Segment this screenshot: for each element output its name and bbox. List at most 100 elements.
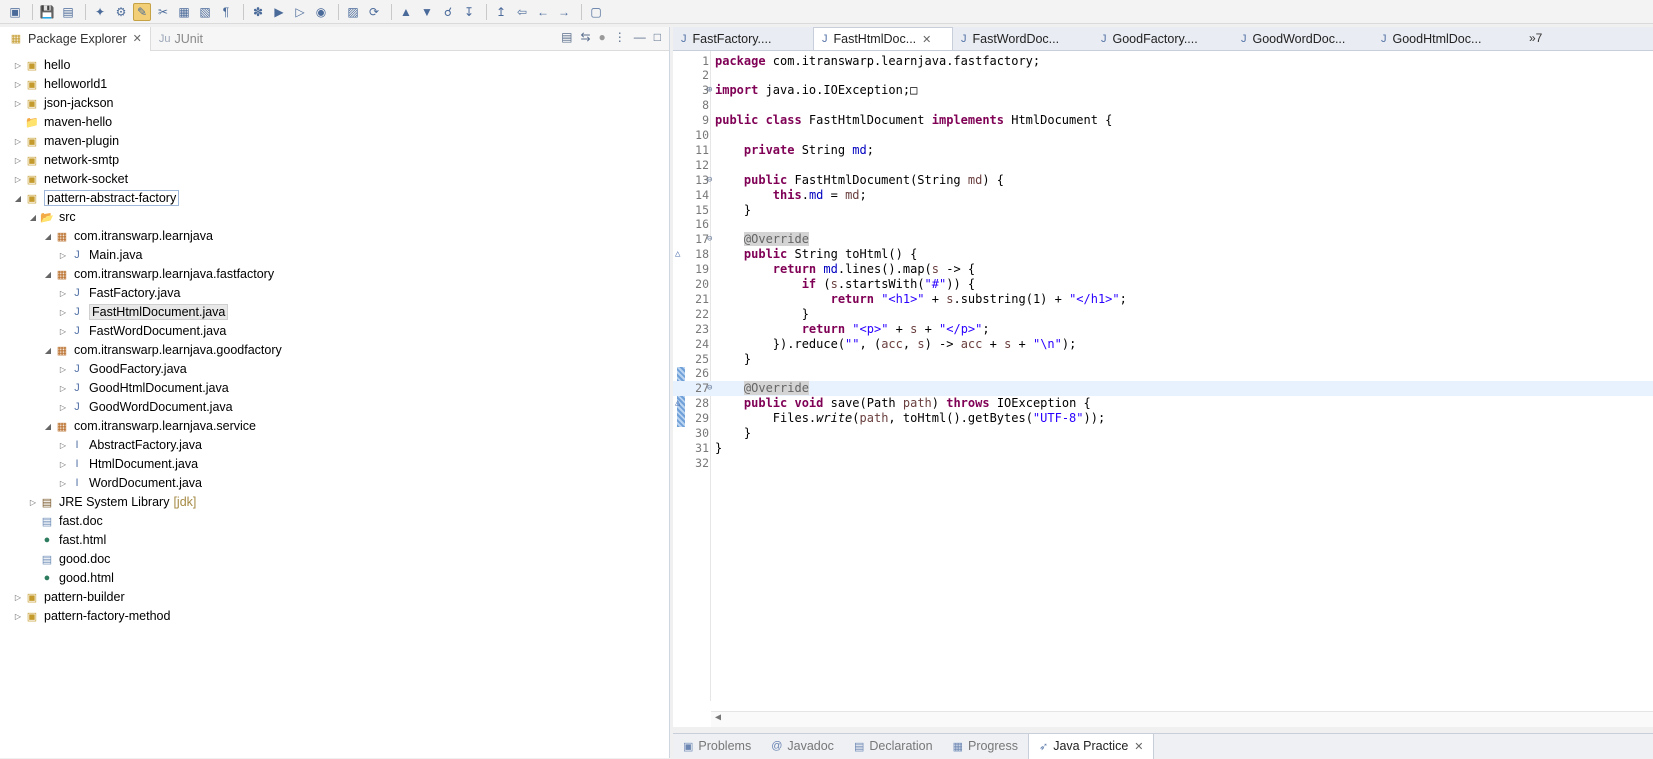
tree-item[interactable]: ▷ ▣ maven-plugin [12, 131, 119, 151]
pilcrow-icon[interactable]: ¶ [217, 3, 235, 21]
tree-item[interactable]: ▷ J FastHtmlDocument.java [57, 302, 229, 322]
collapsed-arrow-icon[interactable]: ▷ [57, 403, 69, 412]
paste-icon[interactable]: ▧ [196, 3, 214, 21]
expanded-arrow-icon[interactable]: ◢ [42, 232, 54, 241]
code-line[interactable]: 2 [673, 68, 1653, 83]
close-icon[interactable]: ✕ [133, 32, 142, 45]
new-icon[interactable]: ▣ [6, 3, 24, 21]
code-line[interactable]: 31} [673, 440, 1653, 455]
tree-item[interactable]: ▷ ▣ helloworld1 [12, 74, 107, 94]
focus-icon[interactable]: ● [599, 30, 606, 44]
collapsed-arrow-icon[interactable]: ▷ [57, 460, 69, 469]
expanded-arrow-icon[interactable]: ◢ [12, 194, 24, 203]
expanded-arrow-icon[interactable]: ◢ [42, 270, 54, 279]
collapsed-arrow-icon[interactable]: ▷ [57, 479, 69, 488]
collapsed-arrow-icon[interactable]: ▷ [12, 99, 24, 108]
fold-toggle-icon[interactable]: ⊖ [707, 175, 712, 185]
code-line[interactable]: 28 △ public void save(Path path) throws I… [673, 396, 1653, 411]
code-line[interactable]: 23 return "<p>" + s + "</p>"; [673, 321, 1653, 336]
close-icon[interactable]: ✕ [922, 33, 931, 46]
fold-toggle-icon[interactable]: ⊖ [707, 383, 712, 393]
open-resource-icon[interactable]: ▼ [418, 3, 436, 21]
code-line[interactable]: 14 this.md = md; [673, 187, 1653, 202]
bottom-tab[interactable]: ▣ Problems [673, 734, 761, 759]
run-icon[interactable]: ▶ [270, 3, 288, 21]
tree-item[interactable]: ◢ ▦ com.itranswarp.learnjava.goodfactory [42, 340, 282, 360]
next-annotation-icon[interactable]: ↧ [460, 3, 478, 21]
view-menu-icon[interactable]: ⋮ [614, 30, 626, 44]
collapsed-arrow-icon[interactable]: ▷ [12, 137, 24, 146]
collapsed-arrow-icon[interactable]: ▷ [12, 80, 24, 89]
external-tools-icon[interactable]: ◉ [312, 3, 330, 21]
pin-icon[interactable]: ✦ [91, 3, 109, 21]
highlight-icon[interactable]: ✎ [133, 2, 151, 21]
open-type-icon[interactable]: ▲ [397, 3, 415, 21]
tree-item[interactable]: ◢ ▦ com.itranswarp.learnjava.fastfactory [42, 264, 274, 284]
tree-item[interactable]: ▤ good.doc [27, 549, 111, 569]
code-area[interactable]: ◀ 1 package com.itranswarp.learnjava.fast… [673, 51, 1653, 727]
tree-item[interactable]: ▷ I WordDocument.java [57, 473, 202, 493]
code-line[interactable]: 19 return md.lines().map(s -> { [673, 262, 1653, 277]
fold-toggle-icon[interactable]: ⊕ [707, 85, 712, 95]
code-line[interactable]: 26 [673, 366, 1653, 381]
collapsed-arrow-icon[interactable]: ▷ [12, 593, 24, 602]
collapsed-arrow-icon[interactable]: ▷ [12, 61, 24, 70]
tree-item[interactable]: 📁 maven-hello [12, 112, 112, 132]
override-marker-icon[interactable]: △ [675, 398, 685, 408]
collapsed-arrow-icon[interactable]: ▷ [57, 308, 69, 317]
code-line[interactable]: 32 [673, 455, 1653, 470]
save-icon[interactable]: 💾 [38, 3, 56, 21]
bottom-tab[interactable]: @ Javadoc [761, 734, 844, 759]
tab-package-explorer[interactable]: ▦ Package Explorer ✕ [0, 26, 151, 51]
code-line[interactable]: 18 △ public String toHtml() { [673, 247, 1653, 262]
collapsed-arrow-icon[interactable]: ▷ [57, 365, 69, 374]
code-line[interactable]: 15 } [673, 202, 1653, 217]
expanded-arrow-icon[interactable]: ◢ [42, 346, 54, 355]
search-icon[interactable]: ☌ [439, 3, 457, 21]
tree-item[interactable]: ▷ J GoodFactory.java [57, 359, 187, 379]
bug-icon[interactable]: ✽ [249, 3, 267, 21]
prev-annotation-icon[interactable]: ↥ [492, 3, 510, 21]
expanded-arrow-icon[interactable]: ◢ [42, 422, 54, 431]
fold-toggle-icon[interactable]: ⊖ [707, 234, 712, 244]
code-line[interactable]: 16 [673, 217, 1653, 232]
collapsed-arrow-icon[interactable]: ▷ [57, 441, 69, 450]
code-line[interactable]: 8 [673, 98, 1653, 113]
tree-item[interactable]: ▷ J Main.java [57, 245, 143, 265]
refresh-icon[interactable]: ⟳ [365, 3, 383, 21]
code-line[interactable]: 25 } [673, 351, 1653, 366]
tree-item[interactable]: ▷ ▣ network-smtp [12, 150, 119, 170]
collapsed-arrow-icon[interactable]: ▷ [57, 289, 69, 298]
code-line[interactable]: 3 ⊕ import java.io.IOException;□ [673, 83, 1653, 98]
tree-item[interactable]: ▷ J FastFactory.java [57, 283, 181, 303]
new-package-icon[interactable]: ▨ [344, 3, 362, 21]
code-line[interactable]: 29 Files.write(path, toHtml().getBytes("… [673, 411, 1653, 426]
horizontal-scrollbar[interactable]: ◀ [711, 711, 1653, 727]
collapsed-arrow-icon[interactable]: ▷ [12, 175, 24, 184]
editor-tab[interactable]: J GoodHtmlDoc... [1373, 27, 1513, 50]
editor-tab[interactable]: J FastWordDoc... [953, 27, 1093, 50]
more-tabs-button[interactable]: »7 [1529, 31, 1542, 45]
last-edit-icon[interactable]: ⇦ [513, 3, 531, 21]
code-line[interactable]: 12 [673, 157, 1653, 172]
tree-item[interactable]: ◢ 📂 src [27, 207, 76, 227]
tree-item[interactable]: ◢ ▦ com.itranswarp.learnjava.service [42, 416, 256, 436]
expanded-arrow-icon[interactable]: ◢ [27, 213, 39, 222]
forward-icon[interactable]: → [555, 3, 573, 21]
link-editor-icon[interactable]: ⇆ [580, 30, 590, 44]
code-line[interactable]: 30 } [673, 426, 1653, 441]
bottom-tab[interactable]: ➶ Java Practice ✕ [1028, 733, 1155, 759]
perspective-icon[interactable]: ▢ [587, 3, 605, 21]
code-line[interactable]: 21 return "<h1>" + s.substring(1) + "</h… [673, 291, 1653, 306]
bottom-tab[interactable]: ▤ Declaration [844, 734, 943, 759]
editor-tab[interactable]: J FastFactory.... [673, 27, 813, 50]
code-line[interactable]: 9 public class FastHtmlDocument implement… [673, 113, 1653, 128]
tree-item[interactable]: ▷ I HtmlDocument.java [57, 454, 198, 474]
code-line[interactable]: 24 }).reduce("", (acc, s) -> acc + s + "… [673, 336, 1653, 351]
collapse-all-icon[interactable]: ▤ [561, 30, 572, 44]
code-line[interactable]: 11 private String md; [673, 142, 1653, 157]
collapsed-arrow-icon[interactable]: ▷ [57, 251, 69, 260]
tree-item[interactable]: ▤ fast.doc [27, 511, 103, 531]
collapsed-arrow-icon[interactable]: ▷ [57, 384, 69, 393]
tree-item[interactable]: ● fast.html [27, 530, 107, 550]
